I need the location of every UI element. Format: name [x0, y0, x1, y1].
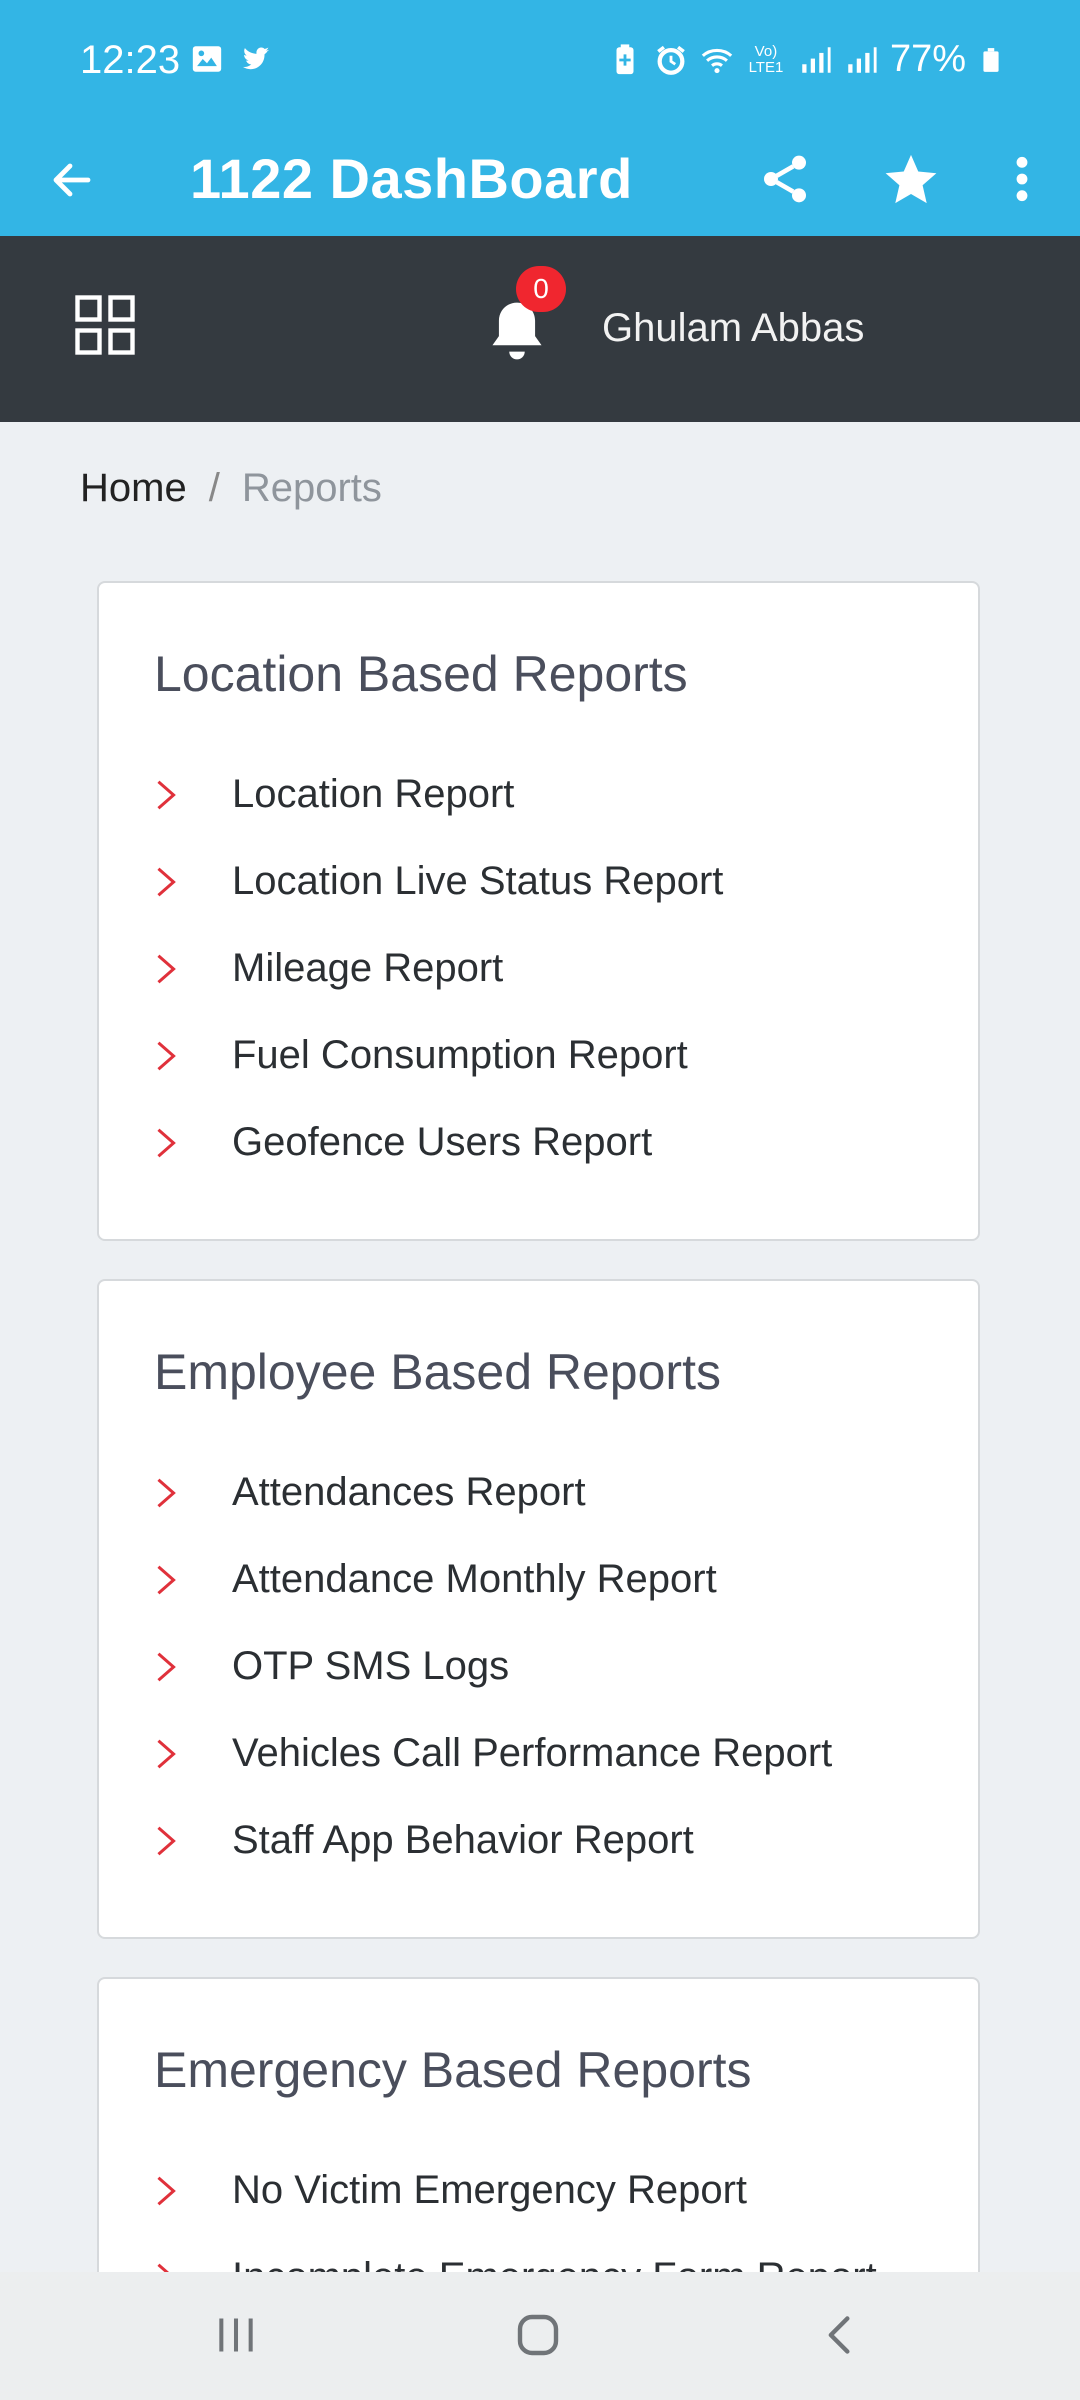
- dashboard-header: 0 Ghulam Abbas: [0, 236, 1080, 422]
- chevron-right-icon: [157, 1826, 176, 1855]
- battery-percent: 77%: [889, 38, 966, 80]
- signal-icon: [848, 46, 877, 73]
- chevron-right-icon: [157, 1041, 176, 1070]
- battery-icon: [983, 47, 999, 72]
- status-bar: 12:23 Vo) LTE1 77%: [0, 0, 1080, 124]
- report-link[interactable]: Location Report: [154, 751, 723, 838]
- report-link[interactable]: Mileage Report: [154, 925, 723, 1012]
- arrow-left-icon: [53, 163, 91, 197]
- favorite-button[interactable]: [876, 144, 946, 214]
- recent-apps-button[interactable]: [196, 2300, 276, 2370]
- app-bar: 1122 DashBoard: [0, 124, 1080, 236]
- report-link[interactable]: Geofence Users Report: [154, 1099, 723, 1186]
- volte-icon: Vo) LTE1: [748, 42, 784, 76]
- recent-apps-icon: [219, 2318, 253, 2352]
- breadcrumb-home[interactable]: Home: [80, 466, 187, 511]
- status-right-icons: Vo) LTE1 77%: [608, 38, 1004, 81]
- chevron-right-icon: [157, 1739, 176, 1768]
- status-time: 12:23: [80, 38, 181, 82]
- more-vert-icon: [1016, 156, 1028, 202]
- card-title: Employee Based Reports: [154, 1344, 721, 1400]
- breadcrumb-current: Reports: [241, 466, 382, 510]
- employee-reports-card: Employee Based Reports Attendances Repor…: [97, 1279, 980, 1939]
- back-button[interactable]: [40, 148, 104, 212]
- breadcrumb: Home / Reports: [80, 466, 382, 511]
- back-nav-button[interactable]: [800, 2300, 880, 2370]
- report-link[interactable]: OTP SMS Logs: [154, 1623, 832, 1710]
- breadcrumb-separator: /: [208, 466, 220, 510]
- report-link[interactable]: No Victim Emergency Report: [154, 2147, 877, 2234]
- chevron-right-icon: [157, 954, 176, 983]
- battery-saver-icon: [616, 43, 634, 74]
- chevron-right-icon: [157, 780, 176, 809]
- report-link-label: Staff App Behavior Report: [232, 1818, 694, 1862]
- chevron-right-icon: [157, 1128, 176, 1157]
- chevron-right-icon: [157, 1478, 176, 1507]
- share-button[interactable]: [750, 144, 820, 214]
- grid-icon: [75, 295, 135, 355]
- report-link-label: Attendance Monthly Report: [232, 1557, 717, 1601]
- card-title: Location Based Reports: [154, 646, 688, 702]
- report-link[interactable]: Location Live Status Report: [154, 838, 723, 925]
- report-link[interactable]: Attendances Report: [154, 1449, 832, 1536]
- report-link-label: Location Live Status Report: [232, 859, 724, 903]
- chevron-right-icon: [157, 1565, 176, 1594]
- menu-grid-button[interactable]: [72, 292, 138, 358]
- location-reports-card: Location Based Reports Location Report L…: [97, 581, 980, 1241]
- chevron-right-icon: [157, 2176, 176, 2205]
- status-left-icons: [190, 42, 272, 76]
- home-button[interactable]: [498, 2300, 578, 2370]
- share-icon: [764, 155, 806, 203]
- home-icon: [517, 2314, 559, 2356]
- report-link-label: Vehicles Call Performance Report: [232, 1731, 833, 1775]
- back-icon: [828, 2316, 850, 2354]
- alarm-icon: [657, 45, 685, 75]
- notification-badge: 0: [516, 266, 566, 312]
- report-link-label: Geofence Users Report: [232, 1120, 653, 1164]
- more-options-button[interactable]: [1000, 144, 1044, 214]
- wifi-icon: [701, 48, 733, 73]
- chevron-right-icon: [157, 867, 176, 896]
- chevron-right-icon: [157, 1652, 176, 1681]
- report-link-label: Fuel Consumption Report: [232, 1033, 688, 1077]
- report-link-label: Location Report: [232, 772, 515, 816]
- image-icon: [192, 46, 222, 72]
- report-link[interactable]: Fuel Consumption Report: [154, 1012, 723, 1099]
- report-list: Location Report Location Live Status Rep…: [154, 751, 723, 1186]
- report-link-label: No Victim Emergency Report: [232, 2168, 747, 2212]
- star-icon: [885, 154, 937, 204]
- report-link-label: OTP SMS Logs: [232, 1644, 510, 1688]
- report-link-label: Mileage Report: [232, 946, 504, 990]
- signal-icon: [802, 46, 831, 73]
- twitter-icon: [242, 47, 270, 70]
- report-link[interactable]: Vehicles Call Performance Report: [154, 1710, 832, 1797]
- report-link[interactable]: Attendance Monthly Report: [154, 1536, 832, 1623]
- report-link-label: Attendances Report: [232, 1470, 586, 1514]
- app-title: 1122 DashBoard: [190, 147, 633, 210]
- card-title: Emergency Based Reports: [154, 2042, 752, 2098]
- user-name[interactable]: Ghulam Abbas: [602, 306, 864, 351]
- report-link[interactable]: Staff App Behavior Report: [154, 1797, 832, 1884]
- report-list: Attendances Report Attendance Monthly Re…: [154, 1449, 832, 1884]
- system-nav-bar: [0, 2272, 1080, 2400]
